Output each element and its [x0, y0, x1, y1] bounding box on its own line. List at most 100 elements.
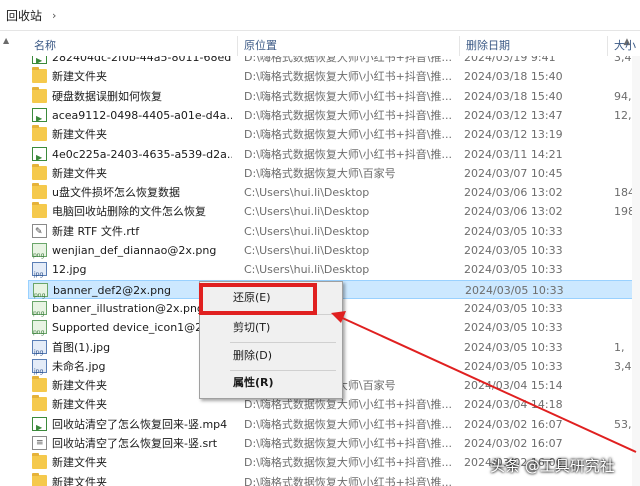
folder-icon [32, 376, 47, 393]
jpg-file-icon [32, 262, 47, 284]
highlight-box [199, 283, 317, 315]
date-deleted: 2024/03/19 9:41 [464, 56, 556, 64]
menu-item-properties-label: 属性(R) [233, 376, 274, 389]
date-deleted: 2024/03/05 10:33 [464, 321, 563, 335]
file-name: 新建文件夹 [52, 70, 107, 84]
table-row[interactable]: 新建文件夹 D:\嗨格式数据恢复大师\小红书+抖音\推... 2024/03/18 … [28, 67, 640, 86]
table-row[interactable]: 回收站清空了怎么恢复回来-竖.srt D:\嗨格式数据恢复大师\小红书+抖音\推.… [28, 434, 640, 453]
column-header: 名称 原位置 删除日期 大小 [28, 36, 640, 56]
rtf-file-icon [32, 223, 47, 242]
media-file-icon [32, 416, 47, 437]
table-row[interactable]: 新建文件夹 D:\嗨格式数据恢复大师\小红书+抖音\推... 2024/03/12 … [28, 125, 640, 144]
menu-item-cut[interactable]: 剪切(T) [203, 317, 337, 339]
column-size[interactable]: 大小 [608, 36, 640, 56]
folder-icon [32, 472, 47, 486]
date-deleted: 2024/03/11 14:21 [464, 147, 563, 161]
original-location: D:\嗨格式数据恢复大师\小红书+抖音\推... [244, 108, 452, 122]
date-deleted: 2024/03/05 10:33 [464, 244, 563, 257]
table-row[interactable]: 新建文件夹 D:\嗨格式数据恢复大师\百家号 2024/03/07 10:45 [28, 163, 640, 183]
column-name[interactable]: 名称 [28, 36, 238, 56]
png-file-icon [32, 243, 47, 265]
table-row[interactable]: 12.jpg C:\Users\hui.li\Desktop 2024/03/05 … [28, 260, 640, 284]
date-deleted: 2024/03/02 16:07 [464, 417, 563, 431]
table-row[interactable]: 282404dc-2f0b-44a5-8011-68ed... D:\嗨格式数据恢… [28, 56, 640, 70]
file-name: u盘文件损坏怎么恢复数据 [52, 186, 180, 200]
original-location: D:\嗨格式数据恢复大师\小红书+抖音\推... [244, 128, 452, 142]
scroll-up-icon[interactable]: ▲ [3, 36, 9, 45]
original-location: D:\嗨格式数据恢复大师\小红书+抖音\推... [244, 147, 452, 161]
date-deleted: 2024/03/05 10:33 [464, 340, 563, 354]
file-name: acea9112-0498-4405-a01e-d4a... [52, 108, 232, 122]
original-location: D:\嗨格式数据恢复大师\小红书+抖音\推... [244, 456, 452, 470]
date-deleted: 2024/03/18 15:40 [464, 70, 563, 84]
table-row[interactable]: u盘文件损坏怎么恢复数据 C:\Users\hui.li\Desktop 2024/… [28, 183, 640, 202]
folder-icon [32, 86, 47, 103]
file-list: 282404dc-2f0b-44a5-8011-68ed... D:\嗨格式数据恢… [28, 56, 640, 486]
date-deleted: 2024/03/07 10:45 [464, 166, 563, 180]
table-row[interactable]: wenjian_def_diannao@2x.png C:\Users\hui.l… [28, 241, 640, 265]
file-name: 12.jpg [52, 263, 87, 277]
date-deleted: 2024/03/06 13:02 [464, 205, 563, 219]
folder-icon [32, 202, 47, 219]
file-name: 硬盘数据误删如何恢复 [52, 89, 162, 103]
original-location: D:\嗨格式数据恢复大师\小红书+抖音\推... [244, 70, 452, 84]
file-name: 新建文件夹 [52, 128, 107, 142]
date-deleted: 2024/03/04 14:18 [464, 398, 563, 412]
file-name: 回收站清空了怎么恢复回来-竖.srt [52, 437, 218, 450]
original-location: C:\Users\hui.li\Desktop [244, 224, 370, 238]
date-deleted: 2024/03/18 15:40 [464, 89, 563, 103]
menu-item-cut-label: 剪切(T) [233, 321, 271, 334]
original-location: D:\嗨格式数据恢复大师\小红书+抖音\推... [244, 89, 452, 103]
table-row[interactable]: 电脑回收站删除的文件怎么恢复 C:\Users\hui.li\Desktop 202… [28, 202, 640, 221]
breadcrumb-location[interactable]: 回收站 [6, 7, 42, 24]
folder-icon [32, 67, 47, 84]
png-file-icon [32, 300, 47, 323]
original-location: D:\嗨格式数据恢复大师\小红书+抖音\推... [244, 437, 452, 450]
date-deleted: 2024/03/04 15:14 [464, 379, 563, 393]
menu-item-delete[interactable]: 删除(D) [203, 345, 337, 367]
watermark: 头条 @工具研究社 [490, 457, 615, 475]
file-name: 回收站清空了怎么恢复回来-竖.mp4 [52, 417, 228, 431]
file-name: 新建文件夹 [52, 166, 107, 180]
jpg-file-icon [32, 358, 47, 381]
table-row[interactable]: 4e0c225a-2403-4635-a539-d2a... D:\嗨格式数据恢复… [28, 145, 640, 167]
menu-separator [230, 342, 336, 343]
date-deleted: 2024/03/05 10:33 [465, 283, 564, 297]
folder-icon [32, 453, 47, 470]
breadcrumb: 回收站 › [0, 0, 640, 31]
column-date-deleted[interactable]: 删除日期 [460, 36, 608, 56]
table-row[interactable]: 新建 RTF 文件.rtf C:\Users\hui.li\Desktop 2024… [28, 222, 640, 242]
column-original-location[interactable]: 原位置 [238, 36, 460, 56]
date-deleted: 2024/03/12 13:19 [464, 128, 563, 142]
original-location: C:\Users\hui.li\Desktop [244, 263, 370, 277]
file-name: wenjian_def_diannao@2x.png [52, 244, 217, 257]
folder-icon [32, 395, 47, 412]
date-deleted: 2024/03/05 10:33 [464, 263, 563, 277]
file-name: 电脑回收站删除的文件怎么恢复 [52, 205, 206, 219]
date-deleted: 2024/03/05 10:33 [464, 301, 563, 315]
breadcrumb-separator[interactable]: › [52, 9, 56, 22]
original-location: D:\嗨格式数据恢复大师\小红书+抖音\推... [244, 475, 452, 486]
table-row[interactable]: 硬盘数据误删如何恢复 D:\嗨格式数据恢复大师\小红书+抖音\推... 2024/0… [28, 86, 640, 106]
folder-icon [32, 163, 47, 180]
file-name: 4e0c225a-2403-4635-a539-d2a... [52, 147, 232, 161]
table-row[interactable]: 回收站清空了怎么恢复回来-竖.mp4 D:\嗨格式数据恢复大师\小红书+抖音\推.… [28, 415, 640, 437]
date-deleted: 2024/03/06 13:02 [464, 186, 563, 200]
menu-item-delete-label: 删除(D) [233, 349, 273, 362]
original-location: D:\嗨格式数据恢复大师\小红书+抖音\推... [244, 417, 452, 431]
table-row[interactable]: acea9112-0498-4405-a01e-d4a... D:\嗨格式数据恢复… [28, 106, 640, 128]
date-deleted: 2024/03/02 16:07 [464, 437, 563, 450]
media-file-icon [32, 107, 47, 128]
folder-icon [32, 183, 47, 200]
file-name: 新建文件夹 [52, 456, 107, 470]
date-deleted: 2024/03/12 13:47 [464, 108, 563, 122]
list-edge [632, 56, 640, 486]
folder-icon [32, 125, 47, 142]
jpg-file-icon [32, 339, 47, 362]
file-name: 新建 RTF 文件.rtf [52, 224, 140, 238]
menu-item-properties[interactable]: 属性(R) [203, 372, 337, 394]
media-file-icon [32, 146, 47, 167]
original-location: C:\Users\hui.li\Desktop [244, 244, 370, 257]
png-file-icon [33, 282, 48, 305]
original-location: C:\Users\hui.li\Desktop [244, 205, 370, 219]
